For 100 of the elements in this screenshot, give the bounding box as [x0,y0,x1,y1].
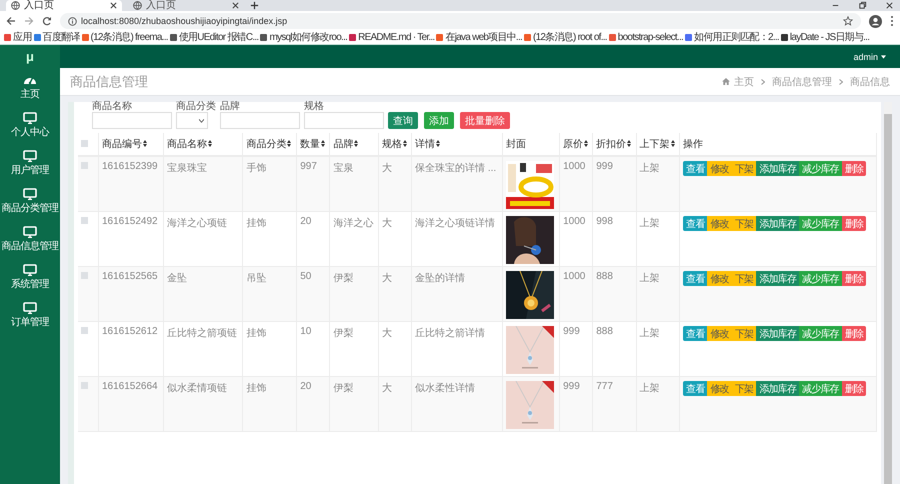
action-button[interactable]: 修改 [707,161,732,176]
table-cell: 宝泉珠宝 [163,156,243,211]
sidebar-item[interactable]: 个人中心 [0,106,60,144]
table-cell: 大 [378,321,412,376]
sidebar-item[interactable]: 商品信息管理 [0,220,60,258]
checkbox[interactable] [81,162,88,169]
bookmark[interactable]: layDate - JS日期与... [780,32,870,44]
new-tab-icon[interactable] [250,1,259,10]
restore-icon[interactable] [858,1,867,10]
more-icon[interactable] [890,15,894,27]
sort-icon [354,140,358,147]
action-button[interactable]: 下架 [732,216,756,230]
bookmark[interactable]: (12条消息) freema... [82,32,168,44]
action-button[interactable]: 添加库存 [756,326,800,340]
bookmark[interactable]: mysql如何修改roo... [260,32,348,44]
action-button[interactable]: 删除 [842,380,866,396]
input-field[interactable] [304,112,384,129]
bookmark[interactable]: 百度翻译 [34,32,80,44]
sort-icon [321,140,326,147]
sort-icon [208,140,212,147]
bookmark[interactable]: bootstrap-select... [608,32,684,44]
bookmark[interactable]: 使用UEditor 报错C... [170,32,258,44]
action-button[interactable]: 修改 [707,270,732,286]
back-icon[interactable] [6,16,16,26]
action-button[interactable]: 修改 [707,380,732,396]
table-cell: 大 [378,266,412,321]
sort-icon [584,140,588,147]
action-button[interactable]: 删除 [842,216,866,230]
table-cell: 999 [592,156,636,211]
breadcrumb-link[interactable]: 商品信息管理 [772,74,832,88]
table-cell: 998 [592,211,636,266]
checkbox[interactable] [81,140,88,146]
chevron-icon [761,78,765,84]
sort-icon [627,140,632,147]
table-cell: 上架 [636,266,680,321]
forward-icon[interactable] [24,16,34,26]
action-button[interactable]: 减少库存 [799,380,842,396]
close-icon[interactable] [110,2,117,9]
table-cell: 丘比特之箭详情 [412,321,503,376]
select-field[interactable] [176,112,208,129]
monitor-icon [23,188,37,200]
sidebar-item[interactable]: 系统管理 [0,258,60,296]
account-icon[interactable] [869,14,882,28]
action-button[interactable]: 添加库存 [756,270,800,286]
action-button[interactable]: 下架 [732,380,756,396]
star-icon[interactable] [843,16,853,26]
bookmark[interactable]: (12条消息) root of... [524,32,607,44]
action-button[interactable]: 删除 [842,326,866,340]
action-button[interactable]: 查看 [683,216,708,230]
table-cell: 888 [592,321,636,376]
table-cell: 1000 [560,156,593,211]
action-button[interactable]: 下架 [732,270,756,286]
close-icon[interactable] [232,2,239,9]
table-cell: 海洋之心项链详情 [412,211,503,266]
filter-button[interactable]: 查询 [388,112,418,129]
action-button[interactable]: 下架 [732,161,756,176]
filter-button[interactable]: 批量删除 [460,112,510,129]
checkbox[interactable] [81,326,88,334]
sidebar-item[interactable]: 订单管理 [0,296,60,334]
checkbox[interactable] [81,272,88,278]
sidebar-item[interactable]: 商品分类管理 [0,182,60,220]
table-cell: 伊梨 [330,266,378,321]
action-button[interactable]: 查看 [683,270,708,286]
action-button[interactable]: 修改 [707,326,732,340]
input-field[interactable] [92,112,172,129]
action-button[interactable]: 下架 [732,326,756,340]
action-button[interactable]: 添加库存 [756,161,800,176]
browser-tab[interactable]: 入口页 [6,0,122,11]
sort-icon [287,140,292,147]
checkbox[interactable] [81,216,88,224]
action-button[interactable]: 添加库存 [756,216,800,230]
breadcrumb-link[interactable]: 主页 [734,74,754,88]
sidebar-item[interactable]: 用户管理 [0,144,60,182]
reload-icon[interactable] [42,16,52,26]
action-button[interactable]: 减少库存 [799,270,842,286]
action-button[interactable]: 减少库存 [799,161,842,176]
field-label: 规格 [304,102,325,112]
action-button[interactable]: 删除 [842,270,866,286]
input-field[interactable] [220,112,300,129]
bookmark[interactable]: README.md · Ter... [349,32,434,44]
sidebar-item[interactable]: 主页 [0,68,60,106]
bookmark[interactable]: 如何用正则匹配：2... [685,32,779,44]
checkbox[interactable] [81,382,88,388]
action-button[interactable]: 查看 [683,326,708,340]
action-button[interactable]: 减少库存 [799,326,842,340]
table-cell: 1000 [560,211,593,266]
address-bar[interactable]: localhost:8080/zhubaoshoushijiaoyipingtai/index.jsp [60,13,861,29]
table-cell: 1616152492 [98,211,164,266]
action-button[interactable]: 修改 [707,216,732,230]
action-button[interactable]: 添加库存 [756,380,800,396]
filter-button[interactable]: 添加 [424,112,454,129]
action-button[interactable]: 删除 [842,161,866,176]
bookmark[interactable]: 在java web项目中... [436,32,522,44]
action-button[interactable]: 查看 [683,161,708,176]
close-icon[interactable] [885,1,894,10]
action-button[interactable]: 查看 [683,380,708,396]
user-menu[interactable]: admin [853,52,886,62]
bookmark[interactable]: 应用 [4,32,32,44]
table-cell: 大 [378,211,412,266]
action-button[interactable]: 减少库存 [799,216,842,230]
